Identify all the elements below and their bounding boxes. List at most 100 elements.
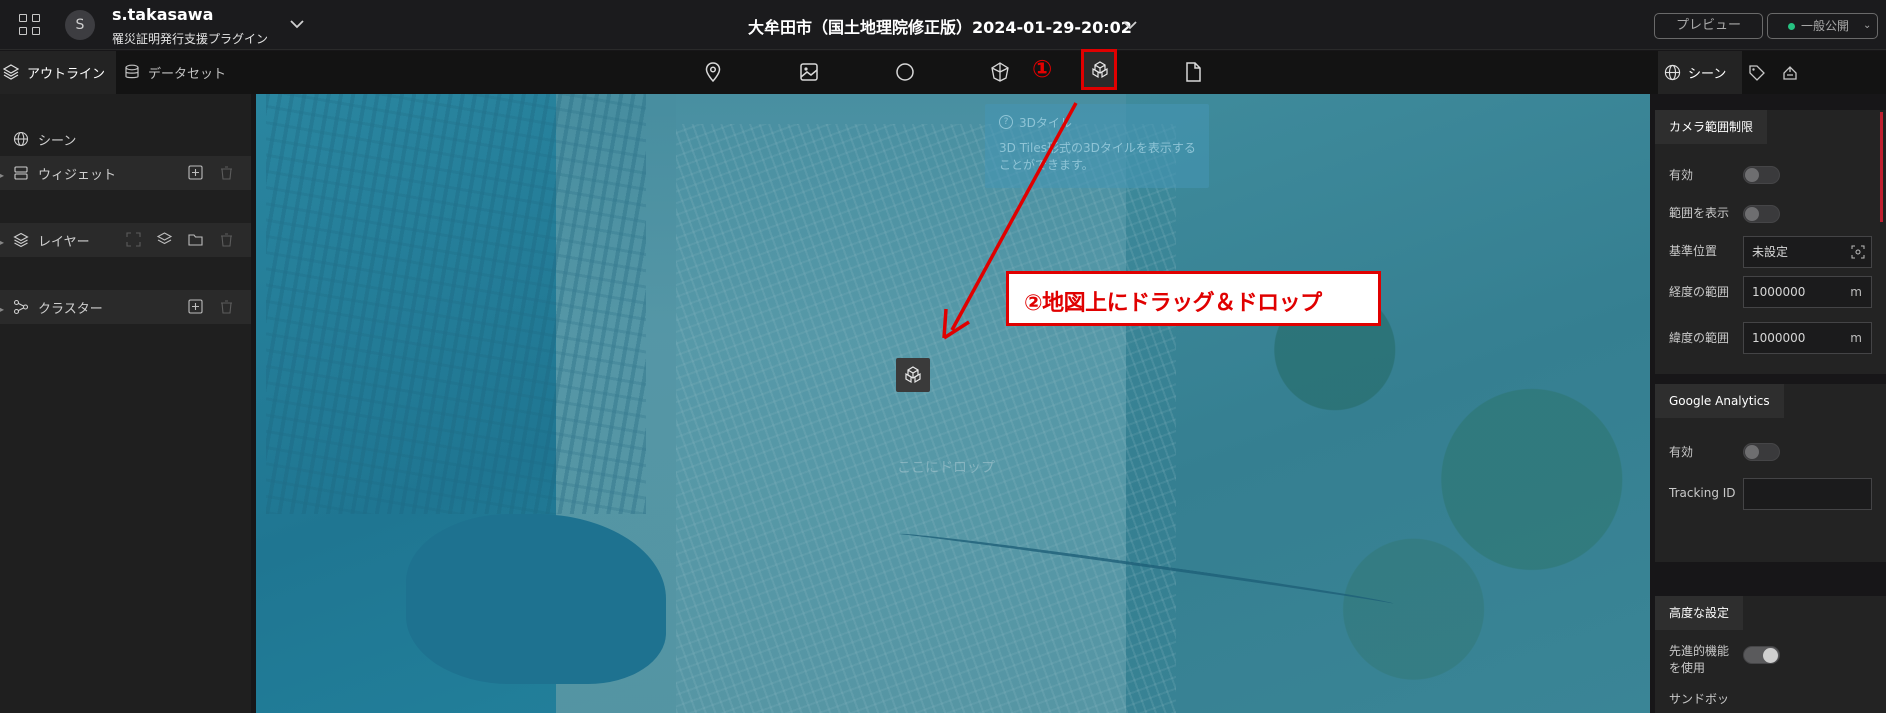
drop-hint: ここにドロップ <box>897 460 995 476</box>
analytics-section: Google Analytics 有効 Tracking ID <box>1655 384 1886 562</box>
base-position-field[interactable]: 未設定 <box>1743 236 1872 268</box>
scene-settings-panel: カメラ範囲制限 有効 範囲を表示 基準位置 未設定 経度の範囲 1000000 … <box>1655 94 1886 713</box>
tag-icon[interactable] <box>1748 64 1766 82</box>
field-label: 緯度の範囲 <box>1669 331 1730 345</box>
outline-item-cluster[interactable]: ▸ クラスター <box>0 290 251 324</box>
image-icon[interactable] <box>798 61 820 83</box>
field-label: Tracking ID <box>1669 486 1736 500</box>
outline-label: クラスター <box>38 302 103 317</box>
help-icon: ? <box>999 115 1013 129</box>
cluster-icon <box>13 299 29 315</box>
longitude-range-field[interactable]: 1000000 m <box>1743 276 1872 308</box>
tool-tooltip: ? 3Dタイル 3D Tiles形式の3Dタイルを表示することができます。 <box>985 104 1209 188</box>
map-viewport[interactable] <box>256 94 1650 713</box>
tab-scene-label: シーン <box>1688 67 1727 82</box>
user-name: s.takasawa <box>112 5 214 24</box>
widget-icon <box>14 166 28 180</box>
camera-enabled-toggle[interactable] <box>1743 166 1780 184</box>
expand-caret-icon[interactable]: ▸ <box>0 238 4 247</box>
outline-item-layer[interactable]: ▸ レイヤー <box>0 223 251 257</box>
publish-label: 一般公開 <box>1801 19 1850 33</box>
field-label: 有効 <box>1669 168 1694 182</box>
section-title: Google Analytics <box>1655 384 1784 418</box>
field-label: サンドボッ <box>1669 692 1730 706</box>
section-title: 高度な設定 <box>1655 596 1744 630</box>
add-layer-icon[interactable] <box>156 231 173 248</box>
toolbar: アウトライン データセット シーン <box>0 51 1886 94</box>
database-icon <box>125 64 139 79</box>
trash-icon[interactable] <box>218 164 235 181</box>
advanced-section: 高度な設定 先進的機能 を使用 サンドボッ <box>1655 596 1886 713</box>
avatar[interactable]: S <box>65 10 95 40</box>
globe-icon <box>1664 64 1681 81</box>
trash-icon[interactable] <box>218 231 235 248</box>
outline-label: シーン <box>38 134 77 149</box>
tab-scene[interactable]: シーン <box>1658 51 1742 94</box>
base-position-value: 未設定 <box>1752 245 1789 259</box>
folder-icon[interactable] <box>187 231 204 248</box>
globe-icon <box>13 131 29 147</box>
tooltip-description: 3D Tiles形式の3Dタイルを表示することができます。 <box>999 141 1196 172</box>
outline-item-scene[interactable]: シーン <box>0 122 251 156</box>
field-label: 先進的機能 <box>1669 644 1730 658</box>
circle-icon[interactable] <box>894 61 916 83</box>
section-title: カメラ範囲制限 <box>1655 110 1768 144</box>
file-icon[interactable] <box>1182 61 1204 83</box>
focus-icon[interactable] <box>125 231 142 248</box>
status-dot-icon <box>1788 23 1795 30</box>
analytics-enabled-toggle[interactable] <box>1743 443 1780 461</box>
dragging-tile-icon[interactable] <box>896 358 930 392</box>
target-icon[interactable] <box>1851 245 1865 259</box>
marker-icon[interactable] <box>702 61 724 83</box>
expand-caret-icon[interactable]: ▸ <box>0 305 4 314</box>
latitude-range-field[interactable]: 1000000 m <box>1743 322 1872 354</box>
outline-label: ウィジェット <box>38 168 117 183</box>
latitude-range-value: 1000000 <box>1752 331 1806 345</box>
longitude-range-value: 1000000 <box>1752 285 1806 299</box>
map-reclaimed-grid <box>266 94 646 514</box>
apps-grid-icon[interactable] <box>18 13 40 35</box>
field-label: 範囲を表示 <box>1669 206 1730 220</box>
palette-icon[interactable] <box>1781 64 1799 82</box>
tab-outline-label: アウトライン <box>27 67 106 82</box>
preview-button[interactable]: プレビュー <box>1654 13 1763 39</box>
show-range-toggle[interactable] <box>1743 205 1780 223</box>
layers-icon <box>13 232 29 248</box>
chevron-down-icon[interactable] <box>1120 15 1140 35</box>
field-label: 基準位置 <box>1669 244 1718 258</box>
tab-dataset[interactable]: データセット <box>120 51 250 94</box>
publish-dropdown[interactable]: 一般公開 ⌄ <box>1767 13 1878 39</box>
expand-caret-icon[interactable]: ▸ <box>0 171 4 180</box>
outline-label: レイヤー <box>38 235 90 250</box>
outline-panel: シーン ▸ ウィジェット ▸ レイヤー ▸ クラスター <box>0 94 251 713</box>
tool-3d-tiles[interactable] <box>1081 49 1117 90</box>
outline-item-widget[interactable]: ▸ ウィジェット <box>0 156 251 190</box>
map-city-texture <box>676 124 1176 713</box>
tab-dataset-label: データセット <box>148 67 227 82</box>
callout-text: ②地図上にドラッグ＆ドロップ <box>1024 291 1322 316</box>
polygon-3d-icon[interactable] <box>989 61 1011 83</box>
field-label: 経度の範囲 <box>1669 285 1730 299</box>
scene-title: 大牟田市（国土地理院修正版）2024-01-29-20:02 <box>748 18 1132 37</box>
header-bar: S s.takasawa 罹災証明発行支援プラグイン 大牟田市（国土地理院修正版… <box>0 0 1886 50</box>
unit-label: m <box>1850 331 1862 345</box>
field-label: 有効 <box>1669 445 1694 459</box>
app-root: S s.takasawa 罹災証明発行支援プラグイン 大牟田市（国土地理院修正版… <box>0 0 1886 713</box>
tracking-id-input[interactable] <box>1743 478 1872 510</box>
add-icon[interactable] <box>187 164 204 181</box>
step-badge: ① <box>1032 55 1053 83</box>
trash-icon[interactable] <box>218 298 235 315</box>
experimental-toggle[interactable] <box>1743 646 1780 664</box>
chevron-down-icon: ⌄ <box>1863 20 1872 31</box>
3d-tiles-icon <box>905 366 921 384</box>
field-label: を使用 <box>1669 661 1706 675</box>
map-harbor <box>406 514 666 684</box>
unit-label: m <box>1850 285 1862 299</box>
tab-outline[interactable]: アウトライン <box>0 51 116 94</box>
3d-tiles-icon <box>1092 61 1108 79</box>
add-icon[interactable] <box>187 298 204 315</box>
tooltip-title: 3Dタイル <box>1019 116 1072 130</box>
scrollbar-thumb[interactable] <box>1880 112 1883 222</box>
instruction-callout: ②地図上にドラッグ＆ドロップ <box>1006 271 1381 326</box>
chevron-down-icon[interactable] <box>287 14 307 34</box>
